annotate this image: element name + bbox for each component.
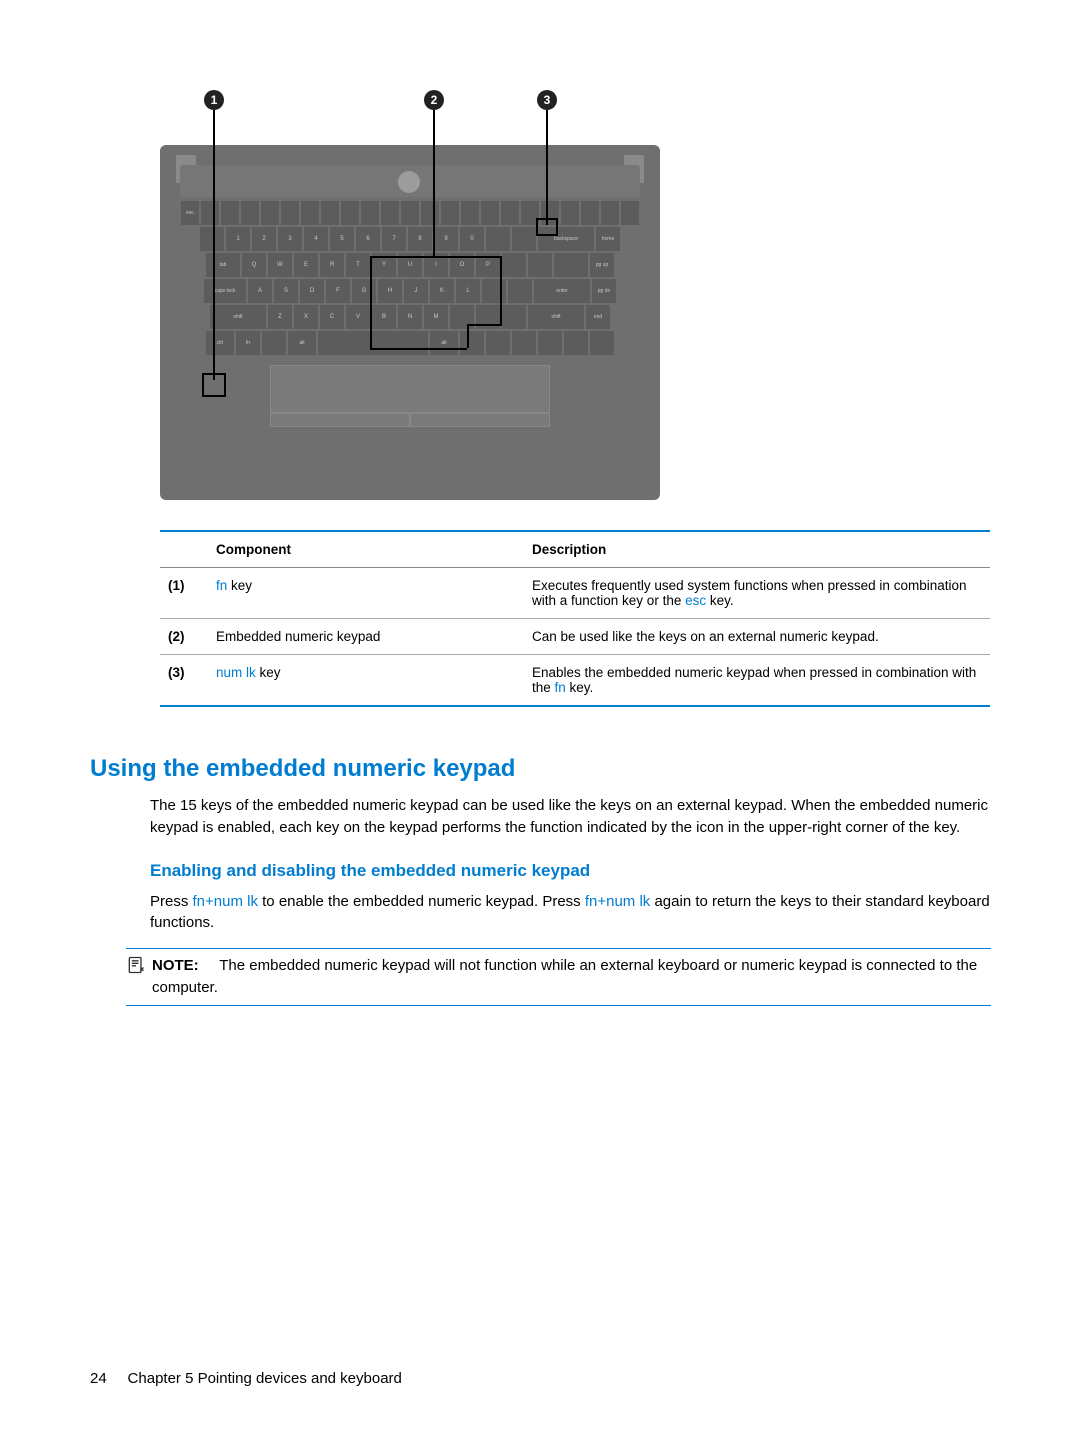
- row-number: (1): [168, 578, 216, 608]
- page-footer: 24 Chapter 5 Pointing devices and keyboa…: [90, 1370, 402, 1387]
- note-icon: [126, 955, 146, 999]
- row-component: fn key: [216, 578, 532, 608]
- keyboard: esc 1234567890backspacehome tabQWERTYUIO…: [170, 201, 650, 355]
- header-component: Component: [216, 542, 532, 557]
- page-number: 24: [90, 1370, 107, 1387]
- row-component: Embedded numeric keypad: [216, 629, 532, 644]
- section-paragraph: The 15 keys of the embedded numeric keyp…: [150, 795, 990, 839]
- table-row: (1) fn key Executes frequently used syst…: [160, 568, 990, 619]
- table-row: (3) num lk key Enables the embedded nume…: [160, 655, 990, 707]
- touchpad-right-button: [410, 413, 550, 427]
- row-number: (2): [168, 629, 216, 644]
- touchpad-area: [180, 363, 640, 427]
- callout-line-2: [433, 110, 435, 258]
- component-table: Component Description (1) fn key Execute…: [160, 530, 990, 707]
- note-text: The embedded numeric keypad will not fun…: [152, 957, 977, 996]
- document-page: 1 2 3 e: [0, 0, 1080, 1437]
- table-row: (2) Embedded numeric keypad Can be used …: [160, 619, 990, 655]
- note-label: NOTE:: [152, 957, 199, 974]
- speaker-bar: [180, 165, 640, 197]
- figure-container: 1 2 3 e: [160, 90, 990, 500]
- laptop-body: esc 1234567890backspacehome tabQWERTYUIO…: [160, 145, 660, 500]
- note-content: NOTE: The embedded numeric keypad will n…: [152, 955, 991, 999]
- row-number: (3): [168, 665, 216, 695]
- note-box: NOTE: The embedded numeric keypad will n…: [126, 948, 991, 1006]
- power-button-icon: [398, 171, 420, 193]
- callout-line-1: [213, 110, 215, 380]
- row-description: Can be used like the keys on an external…: [532, 629, 982, 644]
- section-heading: Using the embedded numeric keypad: [90, 755, 990, 783]
- row-description: Enables the embedded numeric keypad when…: [532, 665, 982, 695]
- touchpad-left-button: [270, 413, 410, 427]
- row-component: num lk key: [216, 665, 532, 695]
- table-header-row: Component Description: [160, 532, 990, 568]
- header-description: Description: [532, 542, 982, 557]
- subsection-heading: Enabling and disabling the embedded nume…: [150, 861, 990, 881]
- callout-3: 3: [537, 90, 557, 110]
- touchpad: [270, 365, 550, 413]
- subsection-paragraph: Press fn+num lk to enable the embedded n…: [150, 891, 990, 935]
- chapter-label: Chapter 5 Pointing devices and keyboard: [128, 1370, 402, 1387]
- callout-line-3: [546, 110, 548, 225]
- keyboard-figure: 1 2 3 e: [160, 90, 660, 500]
- callout-2: 2: [424, 90, 444, 110]
- row-description: Executes frequently used system function…: [532, 578, 982, 608]
- callout-1: 1: [204, 90, 224, 110]
